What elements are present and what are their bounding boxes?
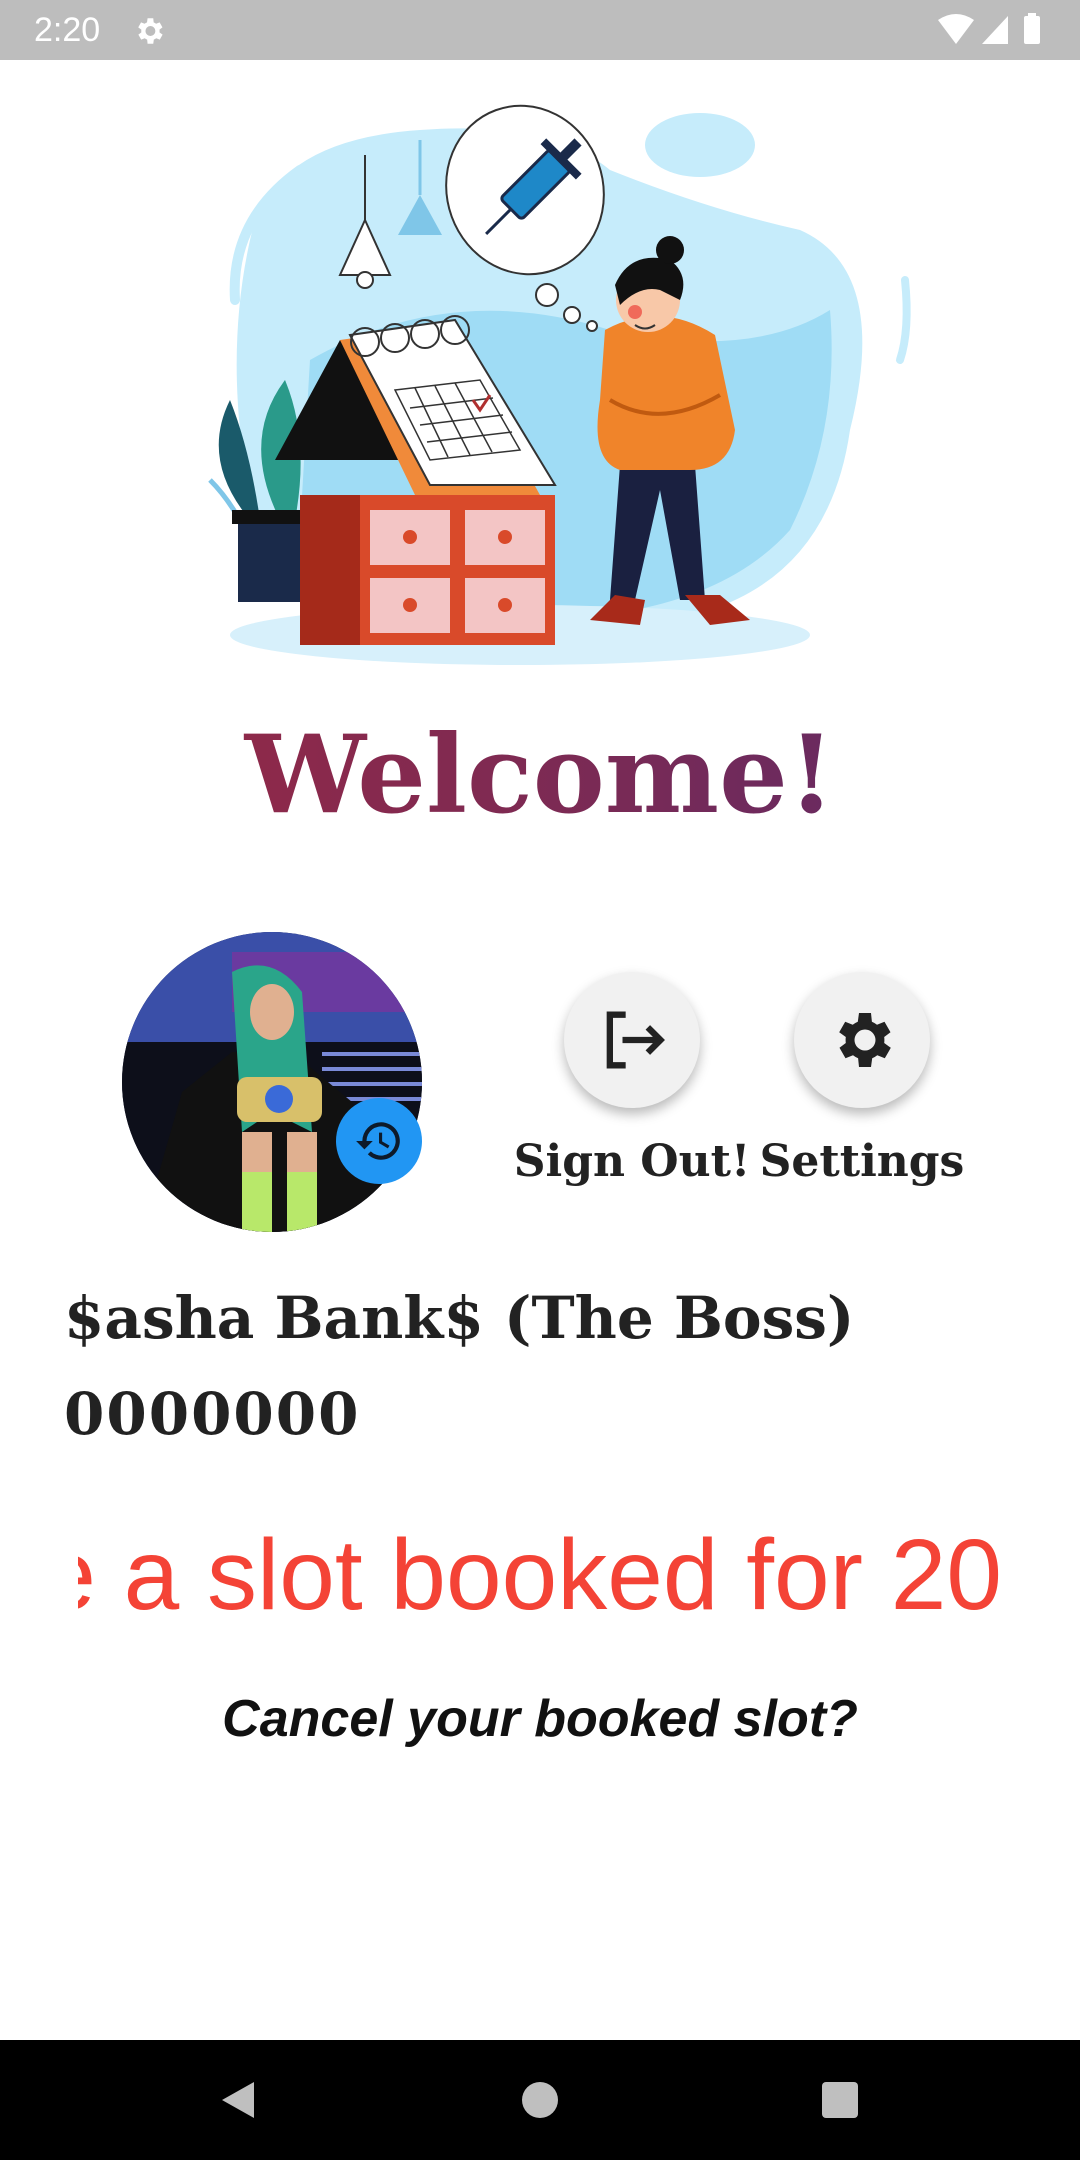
back-icon[interactable] (218, 2080, 258, 2120)
recents-icon[interactable] (822, 2082, 858, 2118)
gear-icon (839, 1013, 891, 1067)
wifi-icon (938, 14, 974, 44)
signal-icon (982, 16, 1008, 44)
blob-top (645, 113, 755, 177)
booking-status-marquee: e a slot booked for 20 (78, 1515, 1002, 1635)
settings-label: Settings (759, 1136, 965, 1187)
avatar[interactable] (122, 932, 422, 1232)
battery-icon (1024, 16, 1040, 44)
status-gear-icon (138, 18, 163, 44)
status-time: 2:20 (34, 11, 101, 49)
sign-out-label: Sign Out! (513, 1136, 751, 1187)
user-name: $asha Bank$ (The Boss) (64, 1284, 855, 1352)
history-icon (356, 1122, 400, 1160)
page-title: Welcome! (0, 705, 1080, 845)
hero-illustration (208, 104, 911, 665)
sign-out-button[interactable] (564, 972, 700, 1108)
logout-icon (606, 1011, 665, 1069)
home-icon[interactable] (522, 2082, 558, 2118)
user-phone: 0000000 (64, 1380, 361, 1448)
settings-button[interactable] (794, 972, 930, 1108)
status-indicators (938, 13, 1040, 44)
booking-status-text: e a slot booked for 20 (78, 1519, 1002, 1631)
avatar-photo (122, 932, 422, 1232)
avatar-history-button[interactable] (336, 1098, 422, 1184)
cancel-booking-link[interactable]: Cancel your booked slot? (0, 1684, 1080, 1754)
status-bar: 2:20 (0, 0, 1080, 60)
